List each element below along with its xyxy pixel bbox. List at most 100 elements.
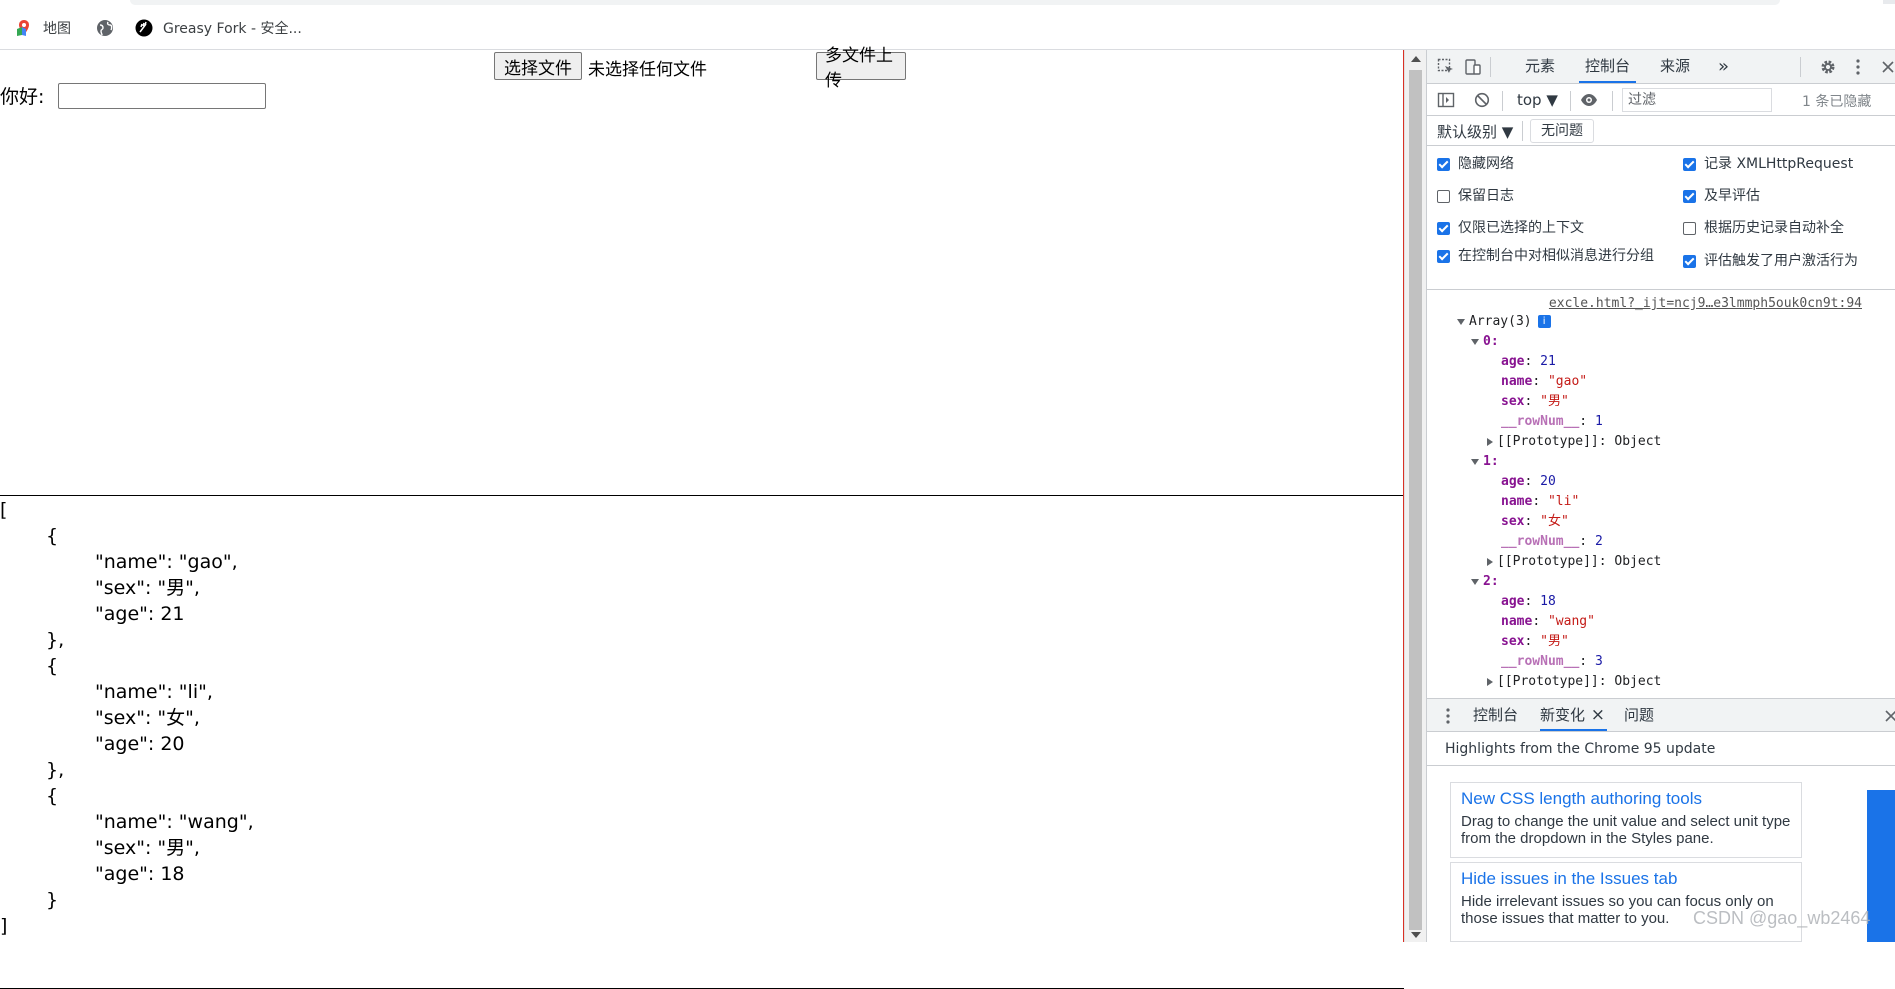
drawer-menu-icon[interactable] [1439, 707, 1457, 725]
scroll-down-icon[interactable] [1411, 932, 1421, 938]
tab-elements[interactable]: 元素 [1519, 50, 1561, 83]
property-value: 18 [1540, 594, 1556, 609]
checkbox[interactable] [1683, 255, 1696, 268]
eye-icon[interactable] [1580, 91, 1598, 109]
close-tab-icon[interactable]: × [1591, 699, 1605, 731]
source-link[interactable]: excle.html?_ijt=ncj9…e3lmmph5ouk0cn9t:94 [1549, 294, 1862, 314]
array-row[interactable]: Array(3) i [1457, 312, 1551, 332]
property-row: age: 20 [1501, 474, 1556, 489]
choose-file-button[interactable]: 选择文件 [494, 52, 582, 80]
property-row: name: "wang" [1501, 614, 1595, 629]
setting-label: 隐藏网络 [1458, 156, 1514, 172]
property-key: __rowNum__ [1501, 414, 1580, 429]
no-issues-button[interactable]: 无问题 [1530, 119, 1594, 143]
checkbox[interactable] [1437, 250, 1450, 263]
setting-autocomplete-history[interactable]: 根据历史记录自动补全 [1683, 220, 1883, 237]
property-row: __rowNum__: 1 [1501, 414, 1603, 429]
expand-triangle-icon[interactable] [1471, 458, 1479, 465]
expand-triangle-icon[interactable] [1471, 578, 1479, 585]
checkbox[interactable] [1437, 158, 1450, 171]
gear-icon[interactable] [1819, 58, 1837, 76]
console-toolbar: top ▼ 过滤 1 条已隐藏 [1427, 84, 1895, 116]
setting-log-xhr[interactable]: 记录 XMLHttpRequest [1683, 156, 1883, 173]
toolbar-separator [1570, 91, 1571, 111]
news-card[interactable]: New CSS length authoring tools Drag to c… [1450, 782, 1802, 858]
setting-group-similar[interactable]: 在控制台中对相似消息进行分组 [1437, 248, 1657, 265]
hidden-count[interactable]: 1 条已隐藏 [1802, 91, 1871, 111]
clear-console-icon[interactable] [1473, 91, 1491, 109]
setting-hide-network[interactable]: 隐藏网络 [1437, 156, 1667, 173]
json-line: "age": 20 [95, 733, 185, 755]
checkbox[interactable] [1437, 222, 1450, 235]
object-index: 0: [1483, 334, 1499, 349]
object-index-row[interactable]: 0: [1471, 332, 1499, 352]
property-value: "男" [1540, 634, 1569, 649]
setting-user-activation[interactable]: 评估触发了用户激活行为 [1683, 253, 1883, 270]
checkbox[interactable] [1437, 190, 1450, 203]
bookmark-globe[interactable] [96, 16, 124, 40]
close-drawer-icon[interactable] [1882, 707, 1895, 725]
json-line: "age": 18 [95, 863, 185, 885]
bookmark-maps[interactable]: 地图 [15, 16, 71, 40]
setting-label: 保留日志 [1458, 188, 1514, 204]
prototype-row[interactable]: [[Prototype]]: Object [1487, 552, 1661, 572]
collapse-triangle-icon[interactable] [1487, 557, 1493, 566]
property-value: 3 [1594, 654, 1603, 669]
context-selector[interactable]: top ▼ [1517, 91, 1558, 109]
bookmark-greasyfork[interactable]: Greasy Fork - 安全... [135, 16, 302, 40]
property-row: sex: "女" [1501, 514, 1569, 529]
hello-input[interactable] [58, 83, 266, 109]
drawer-tab-console[interactable]: 控制台 [1473, 699, 1518, 731]
news-desc: Drag to change the unit value and select… [1461, 813, 1791, 847]
page-scrollbar[interactable] [1404, 50, 1426, 942]
prototype-row[interactable]: [[Prototype]]: Object [1487, 432, 1661, 452]
multi-upload-button[interactable]: 多文件上传 [816, 46, 906, 91]
expand-triangle-icon[interactable] [1457, 318, 1465, 325]
expand-triangle-icon[interactable] [1471, 338, 1479, 345]
property-value: 2 [1594, 534, 1603, 549]
news-card[interactable]: Hide issues in the Issues tab Hide irrel… [1450, 862, 1802, 942]
setting-label: 及早评估 [1704, 188, 1760, 204]
toolbar-separator [1522, 121, 1523, 141]
property-value: "wang" [1547, 614, 1595, 629]
filter-input[interactable]: 过滤 [1622, 88, 1772, 112]
kebab-menu-icon[interactable] [1849, 58, 1867, 76]
collapse-triangle-icon[interactable] [1487, 677, 1493, 686]
tab-sources[interactable]: 来源 [1654, 50, 1696, 83]
json-line: { [46, 655, 59, 677]
setting-selected-context[interactable]: 仅限已选择的上下文 [1437, 220, 1667, 237]
address-bar-edge [130, 0, 1780, 5]
json-line: { [46, 785, 59, 807]
json-line: "sex": "女", [95, 707, 200, 729]
device-toolbar-icon[interactable] [1464, 58, 1482, 76]
setting-eager-eval[interactable]: 及早评估 [1683, 188, 1883, 205]
drawer-tab-issues[interactable]: 问题 [1624, 699, 1654, 731]
property-row: name: "gao" [1501, 374, 1588, 389]
inspect-element-icon[interactable] [1437, 58, 1455, 76]
json-line: "name": "li", [95, 681, 213, 703]
collapse-triangle-icon[interactable] [1487, 437, 1493, 446]
sidebar-toggle-icon[interactable] [1437, 91, 1455, 109]
news-title[interactable]: Hide issues in the Issues tab [1461, 869, 1791, 889]
json-line: ] [0, 915, 8, 937]
scrollbar-thumb[interactable] [1409, 70, 1422, 930]
setting-preserve-log[interactable]: 保留日志 [1437, 188, 1667, 205]
prototype-row[interactable]: [[Prototype]]: Object [1487, 672, 1661, 692]
log-level-selector[interactable]: 默认级别 ▼ [1437, 121, 1513, 142]
news-title[interactable]: New CSS length authoring tools [1461, 789, 1791, 809]
property-row: sex: "男" [1501, 634, 1569, 649]
checkbox[interactable] [1683, 158, 1696, 171]
json-line: "name": "wang", [95, 811, 254, 833]
tab-console[interactable]: 控制台 [1579, 50, 1637, 83]
drawer-tab-whats-new[interactable]: 新变化 × [1540, 699, 1608, 731]
scroll-up-icon[interactable] [1411, 56, 1421, 62]
close-devtools-icon[interactable] [1879, 58, 1895, 76]
checkbox[interactable] [1683, 222, 1696, 235]
checkbox[interactable] [1683, 190, 1696, 203]
object-index-row[interactable]: 1: [1471, 452, 1499, 472]
object-index-row[interactable]: 2: [1471, 572, 1499, 592]
property-key: sex [1501, 514, 1525, 529]
more-tabs-icon[interactable]: » [1712, 50, 1735, 83]
property-row: sex: "男" [1501, 394, 1569, 409]
info-icon[interactable]: i [1537, 315, 1551, 328]
